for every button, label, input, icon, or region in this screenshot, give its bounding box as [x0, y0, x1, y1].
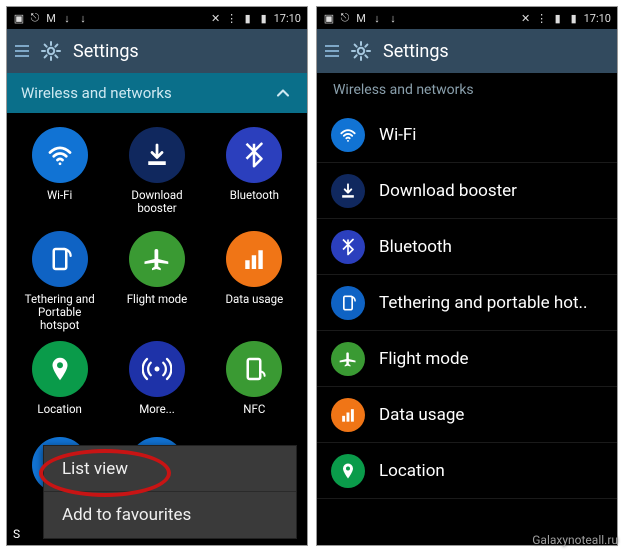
grid-item-label: Bluetooth — [230, 189, 279, 202]
grid-item-label: Wi-Fi — [47, 189, 72, 202]
app-title: Settings — [383, 41, 449, 62]
download-icon: ↓ — [61, 12, 73, 24]
wifi-icon — [331, 118, 365, 152]
bluetooth-icon — [331, 230, 365, 264]
gear-icon — [349, 39, 373, 63]
list-item-label: Wi-Fi — [379, 125, 416, 145]
app-bar: Settings — [7, 29, 307, 73]
list-item-label: Flight mode — [379, 349, 469, 369]
nfc-icon — [226, 341, 282, 397]
list-item-label: Bluetooth — [379, 237, 452, 257]
list-item-label: Tethering and portable hot.. — [379, 293, 587, 313]
mail-icon: M — [45, 12, 57, 24]
status-bar: ▣ ⎋ M ↓ ↓ ✕ ⋮ ▮ ▮ 17:10 — [7, 7, 307, 29]
battery-icon: ▮ — [568, 12, 580, 24]
mail-icon: M — [355, 12, 367, 24]
grid-item-wifi[interactable]: Wi-Fi — [13, 127, 106, 223]
grid-item-pin[interactable]: Location — [13, 341, 106, 437]
download-icon: ↓ — [387, 12, 399, 24]
vibrate-icon: ✕ — [210, 12, 222, 24]
menu-list-view[interactable]: List view — [44, 446, 296, 492]
plane-icon — [129, 231, 185, 287]
grid-item-label: More... — [139, 403, 175, 416]
tether-icon — [331, 286, 365, 320]
drawer-icon[interactable] — [325, 45, 339, 57]
grid-item-label: Data usage — [225, 293, 283, 306]
signal-icon: ▮ — [552, 12, 564, 24]
grid-item-tether[interactable]: Tethering andPortablehotspot — [13, 231, 106, 333]
grid-item-bluetooth[interactable]: Bluetooth — [208, 127, 301, 223]
grid-item-bars[interactable]: Data usage — [208, 231, 301, 333]
section-title: Wireless and networks — [333, 82, 474, 98]
usb-icon: ⎋ — [339, 12, 351, 24]
download-icon — [129, 127, 185, 183]
section-header: Wireless and networks — [317, 73, 617, 107]
screenshot-icon: ▣ — [13, 12, 25, 24]
pin-icon — [32, 341, 88, 397]
partial-label: S — [13, 527, 20, 541]
phone-grid-view: ▣ ⎋ M ↓ ↓ ✕ ⋮ ▮ ▮ 17:10 Settings Wireles… — [6, 6, 308, 546]
app-bar: Settings — [317, 29, 617, 73]
list-item-download[interactable]: Download booster — [317, 163, 617, 219]
screenshot-icon: ▣ — [323, 12, 335, 24]
bars-icon — [226, 231, 282, 287]
grid-item-label: NFC — [243, 403, 265, 416]
wifi-icon: ⋮ — [226, 12, 238, 24]
chevron-up-icon — [273, 83, 293, 103]
usb-icon: ⎋ — [29, 12, 41, 24]
battery-icon: ▮ — [258, 12, 270, 24]
list-item-bars[interactable]: Data usage — [317, 387, 617, 443]
grid-item-download[interactable]: Downloadbooster — [110, 127, 203, 223]
pin-icon — [331, 454, 365, 488]
wifi-icon: ⋮ — [536, 12, 548, 24]
grid-item-antenna[interactable]: More... — [110, 341, 203, 437]
download-icon: ↓ — [371, 12, 383, 24]
bars-icon — [331, 398, 365, 432]
grid-item-label: Location — [37, 403, 82, 416]
menu-add-favourites-label: Add to favourites — [62, 505, 191, 525]
drawer-icon[interactable] — [15, 45, 29, 57]
plane-icon — [331, 342, 365, 376]
gear-icon — [39, 39, 63, 63]
list-item-plane[interactable]: Flight mode — [317, 331, 617, 387]
clock: 17:10 — [584, 12, 611, 25]
list-item-wifi[interactable]: Wi-Fi — [317, 107, 617, 163]
app-title: Settings — [73, 41, 139, 62]
grid-item-nfc[interactable]: NFC — [208, 341, 301, 437]
context-menu: List view Add to favourites — [43, 445, 297, 539]
list-item-tether[interactable]: Tethering and portable hot.. — [317, 275, 617, 331]
antenna-icon — [129, 341, 185, 397]
phone-list-view: ▣ ⎋ M ↓ ↓ ✕ ⋮ ▮ ▮ 17:10 Settings Wireles… — [316, 6, 618, 546]
bluetooth-icon — [226, 127, 282, 183]
vibrate-icon: ✕ — [520, 12, 532, 24]
tether-icon — [32, 231, 88, 287]
wifi-icon — [32, 127, 88, 183]
watermark: Galaxynoteall.ru — [532, 533, 618, 547]
menu-add-favourites[interactable]: Add to favourites — [44, 492, 296, 538]
section-title: Wireless and networks — [21, 84, 172, 102]
list-item-label: Data usage — [379, 405, 464, 425]
signal-icon: ▮ — [242, 12, 254, 24]
list-item-bluetooth[interactable]: Bluetooth — [317, 219, 617, 275]
grid-item-label: Tethering andPortablehotspot — [25, 293, 95, 333]
section-header[interactable]: Wireless and networks — [7, 73, 307, 113]
status-bar: ▣ ⎋ M ↓ ↓ ✕ ⋮ ▮ ▮ 17:10 — [317, 7, 617, 29]
list-item-label: Download booster — [379, 181, 517, 201]
list-item-pin[interactable]: Location — [317, 443, 617, 499]
menu-list-view-label: List view — [62, 459, 128, 479]
grid-item-label: Downloadbooster — [131, 189, 182, 215]
list-item-label: Location — [379, 461, 445, 481]
clock: 17:10 — [274, 12, 301, 25]
download-icon: ↓ — [77, 12, 89, 24]
download-icon — [331, 174, 365, 208]
grid-item-plane[interactable]: Flight mode — [110, 231, 203, 333]
grid-item-label: Flight mode — [127, 293, 188, 306]
